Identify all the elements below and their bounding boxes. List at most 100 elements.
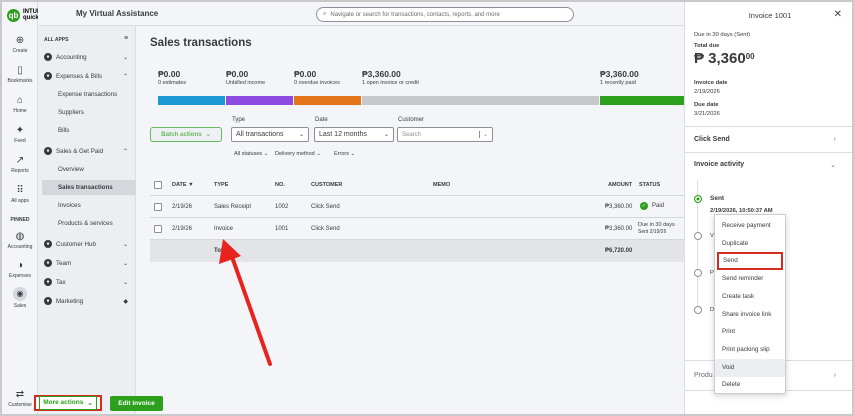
date-filter-select[interactable]: Last 12 months ⌄ [314,127,394,142]
column-status[interactable]: STATUS [639,182,660,188]
rail-create[interactable]: ⊕ Create [2,35,38,54]
cell-no: 1002 [275,204,289,210]
money-bar-unbilled[interactable] [226,96,293,105]
column-amount[interactable]: AMOUNT [608,182,632,188]
menu-item-delete[interactable]: Delete [715,376,785,394]
stat-estimates[interactable]: ₱0.00 0 estimates [158,69,186,86]
type-filter-select[interactable]: All transactions ⌄ [231,127,309,142]
chevron-right-icon[interactable]: › [834,372,836,379]
status-text: Due in 30 days [638,222,675,228]
column-memo[interactable]: MEMO [433,182,450,188]
menu-sales-transactions[interactable]: Sales transactions [42,180,136,195]
menu-bills[interactable]: Bills [42,123,136,138]
rail-all-apps[interactable]: ⠿ All apps [2,185,38,204]
batch-actions-button[interactable]: Batch actions ⌄ [150,127,222,142]
menu-item-share-link[interactable]: Share invoice link [715,306,785,324]
money-bar-overdue[interactable] [294,96,361,105]
accounting-icon: ● [44,53,52,61]
products-section[interactable]: Produ [694,372,713,379]
menu-item-void[interactable]: Void [715,359,785,377]
app-menu: ALL APPS ≡ ● Accounting ⌄ ● Expenses & Bill… [38,26,136,414]
chevron-down-icon[interactable]: ⌄ [830,161,836,169]
expenses-icon: ◑ [16,260,24,271]
menu-accounting[interactable]: ● Accounting ⌄ [42,50,134,64]
table-row[interactable]: 2/19/26 Invoice 1001 Click Send ₱3,360.0… [150,218,684,240]
cell-customer: Click Send [311,226,340,232]
row-checkbox[interactable] [154,203,162,211]
money-bar-estimates[interactable] [158,96,225,105]
column-no[interactable]: NO. [275,182,285,188]
due-status: Due in 30 days (Sent) [694,32,751,38]
select-all-checkbox[interactable] [154,181,162,189]
menu-team[interactable]: ● Team ⌄ [42,256,134,270]
menu-item-send-reminder[interactable]: Send reminder [715,270,785,288]
app-menu-heading: ALL APPS [44,37,69,43]
rail-accounting[interactable]: ◍ Accounting [2,231,38,250]
rail-label: Expenses [9,273,31,279]
stat-amount: ₱3,360.00 [600,69,639,79]
diamond-icon: ◆ [123,298,128,305]
close-icon[interactable]: ✕ [834,9,842,20]
customer-filter-input[interactable]: Search ⌄ [397,127,493,142]
rail-home[interactable]: ⌂ Home [2,95,38,114]
menu-products-services[interactable]: Products & services [42,216,136,231]
delivery-filter[interactable]: Delivery method ⌄ [275,151,321,157]
menu-item-send[interactable]: Send [717,252,783,270]
search-icon: ⌕ [323,11,327,17]
status-filter[interactable]: All statuses ⌄ [234,151,268,157]
chevron-up-icon: ⌃ [122,148,128,155]
row-checkbox[interactable] [154,225,162,233]
invoice-date: 2/19/2026 [694,89,720,95]
menu-sales-get-paid[interactable]: ● Sales & Get Paid ⌃ [42,144,134,158]
cell-amount: ₱3,360.00 [605,226,633,232]
company-name[interactable]: My Virtual Assistance [76,9,158,18]
column-date[interactable]: DATE ▼ [172,182,194,188]
menu-customer-hub[interactable]: ● Customer Hub ⌄ [42,237,134,251]
global-search-input[interactable]: ⌕ Navigate or search for transactions, c… [316,7,574,22]
menu-item-create-task[interactable]: Create task [715,288,785,306]
money-bar-paid[interactable] [600,96,684,105]
date-filter-value: Last 12 months [319,131,367,138]
invoice-activity-section[interactable]: Invoice activity [694,161,744,168]
menu-expense-transactions[interactable]: Expense transactions [42,87,136,102]
rail-feed[interactable]: ✦ Feed [2,125,38,144]
column-customer[interactable]: CUSTOMER [311,182,342,188]
table-row[interactable]: 2/19/26 Sales Receipt 1002 Click Send ₱3… [150,196,684,218]
customer-section[interactable]: Click Send [694,136,730,143]
menu-item-print[interactable]: Print [715,323,785,341]
menu-suppliers[interactable]: Suppliers [42,105,136,120]
divider [685,126,852,127]
column-type[interactable]: TYPE [214,182,228,188]
menu-item-print-packing-slip[interactable]: Print packing slip [715,341,785,359]
chevron-down-icon: ⌄ [122,260,128,267]
menu-expenses-bills[interactable]: ● Expenses & Bills ⌃ [42,69,134,83]
customer-filter-placeholder: Search [402,131,422,138]
rail-sales[interactable]: ◉ Sales [2,287,38,309]
more-actions-button[interactable]: More actions ⌄ [34,395,102,411]
collapse-menu-icon[interactable]: ≡ [124,35,128,42]
total-label: Total [214,248,228,254]
edit-invoice-button[interactable]: Edit invoice [110,396,163,411]
rail-bookmarks[interactable]: ▯ Bookmarks [2,65,38,84]
chevron-right-icon[interactable]: › [834,136,836,143]
rail-customise[interactable]: ⇄ Customise [2,389,38,408]
stat-paid[interactable]: ₱3,360.00 1 recently paid [600,69,639,86]
home-icon: ⌂ [16,95,24,106]
chevron-down-icon: ⌄ [122,241,128,248]
menu-item-duplicate[interactable]: Duplicate [715,235,785,253]
stat-unbilled[interactable]: ₱0.00 Unbilled income [226,69,265,86]
menu-item-receive-payment[interactable]: Receive payment [715,217,785,235]
rail-reports[interactable]: ↗ Reports [2,155,38,174]
menu-tax[interactable]: ● Tax ⌄ [42,275,134,289]
rail-label: All apps [11,198,29,204]
menu-marketing[interactable]: ● Marketing ◆ [42,294,134,308]
stat-overdue[interactable]: ₱0.00 0 overdue invoices [294,69,340,86]
menu-overview[interactable]: Overview [42,162,136,177]
stat-open[interactable]: ₱3,360.00 1 open invoice or credit [362,69,419,86]
rail-expenses[interactable]: ◑ Expenses [2,260,38,279]
errors-filter[interactable]: Errors ⌄ [334,151,355,157]
accounting-icon: ◍ [15,231,25,242]
bookmark-icon: ▯ [17,65,23,76]
money-bar-open[interactable] [362,96,599,105]
menu-invoices[interactable]: Invoices [42,198,136,213]
